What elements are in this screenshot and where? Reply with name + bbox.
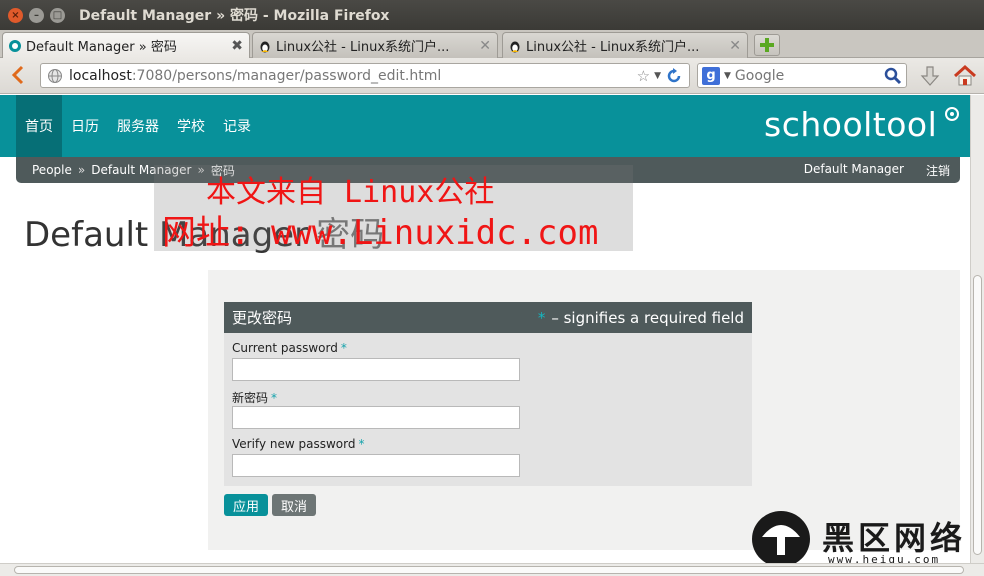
user-name-link[interactable]: Default Manager	[804, 162, 904, 179]
logout-link[interactable]: 注销	[926, 162, 950, 179]
required-asterisk: *	[537, 308, 546, 327]
tab-default-manager[interactable]: Default Manager » 密码 ✖	[2, 32, 250, 58]
watermark-overlay: 本文来自 Linux公社 网址: www.Linuxidc.com	[154, 165, 633, 253]
tab-label: Linux公社 - Linux系统门户...	[276, 40, 450, 55]
nav-item-records[interactable]: 记录	[214, 95, 260, 157]
verify-password-input[interactable]	[232, 454, 520, 477]
user-menu: Default Manager 注销	[782, 162, 950, 179]
back-button[interactable]	[6, 63, 30, 87]
apply-button[interactable]: 应用	[224, 494, 269, 516]
search-input[interactable]	[734, 67, 875, 84]
field-verify-password: Verify new password *	[232, 437, 752, 477]
current-password-label: Current password *	[232, 341, 752, 356]
reload-icon[interactable]	[665, 67, 683, 85]
mushroom-icon	[762, 525, 800, 555]
window-close-button[interactable]: ×	[8, 7, 23, 23]
page-viewport: 首页 日历 服务器 学校 记录 schooltool People » Defa…	[0, 95, 970, 563]
new-password-label: 新密码 *	[232, 389, 752, 405]
window-titlebar: × – □ Default Manager » 密码 - Mozilla Fir…	[0, 0, 984, 30]
vertical-scrollbar[interactable]	[970, 95, 984, 563]
site-header: 首页 日历 服务器 学校 记录 schooltool	[0, 95, 970, 157]
current-password-input[interactable]	[232, 358, 520, 381]
field-new-password: 新密码 *	[232, 389, 752, 429]
nav-item-school[interactable]: 学校	[168, 95, 214, 157]
globe-icon	[48, 68, 62, 83]
site-nav: 首页 日历 服务器 学校 记录	[16, 95, 260, 157]
required-field-note: * – signifies a required field	[538, 309, 744, 327]
tab-linuxidc-2[interactable]: Linux公社 - Linux系统门户... ✕	[502, 32, 748, 58]
schooltool-logo[interactable]: schooltool	[764, 105, 937, 144]
heiqu-corner-logo: 黑区网络 www.heiqu.com	[752, 511, 970, 563]
verify-password-label: Verify new password *	[232, 437, 752, 452]
window-maximize-button[interactable]: □	[50, 7, 65, 23]
google-engine-icon[interactable]: g	[702, 66, 720, 85]
tux-favicon-icon	[257, 38, 273, 54]
field-label-text: Current password	[232, 341, 338, 355]
field-current-password: Current password *	[232, 341, 752, 381]
horizontal-scrollbar[interactable]	[0, 563, 984, 576]
new-tab-button[interactable]	[754, 34, 780, 56]
form-buttons: 应用 取消	[224, 494, 317, 516]
vertical-scroll-thumb[interactable]	[973, 275, 982, 555]
schooltool-ring-icon	[945, 107, 959, 121]
heiqu-logo-emblem	[752, 511, 810, 563]
tab-label: Default Manager » 密码	[26, 40, 177, 55]
navigation-toolbar: localhost:7080/persons/manager/password_…	[0, 58, 984, 94]
heiqu-logo-url: www.heiqu.com	[828, 553, 941, 563]
tab-close-icon[interactable]: ✕	[479, 38, 491, 54]
watermark-line-2: 网址: www.Linuxidc.com	[162, 213, 599, 253]
new-password-input[interactable]	[232, 406, 520, 429]
fieldset-header: 更改密码 * – signifies a required field	[224, 302, 752, 333]
field-label-text: 新密码	[232, 391, 269, 405]
url-history-dropdown-icon[interactable]: ▼	[654, 71, 661, 81]
required-asterisk: *	[340, 341, 347, 355]
nav-item-calendar[interactable]: 日历	[62, 95, 108, 157]
url-host: localhost	[69, 67, 132, 84]
cancel-button[interactable]: 取消	[272, 494, 317, 516]
content-area: 更改密码 * – signifies a required field Curre…	[208, 270, 960, 550]
field-label-text: Verify new password	[232, 437, 356, 451]
window-minimize-button[interactable]: –	[29, 7, 44, 23]
back-arrow-icon	[11, 65, 24, 85]
url-bar[interactable]: localhost:7080/persons/manager/password_…	[40, 63, 690, 88]
tab-linuxidc-1[interactable]: Linux公社 - Linux系统门户... ✕	[252, 32, 498, 58]
home-icon[interactable]	[952, 63, 978, 89]
fieldset-legend: 更改密码	[232, 309, 293, 327]
horizontal-scroll-thumb[interactable]	[14, 566, 964, 574]
nav-item-server[interactable]: 服务器	[108, 95, 168, 157]
search-engine-dropdown-icon[interactable]: ▼	[724, 71, 731, 81]
required-asterisk: *	[358, 437, 365, 451]
search-bar[interactable]: g ▼	[697, 63, 907, 88]
nav-item-home[interactable]: 首页	[16, 95, 62, 157]
tab-close-icon[interactable]: ✕	[729, 38, 741, 54]
tux-favicon-icon	[507, 38, 523, 54]
change-password-fieldset: 更改密码 * – signifies a required field Curre…	[224, 302, 752, 486]
plus-icon	[760, 38, 774, 52]
schooltool-favicon-icon	[7, 38, 23, 54]
required-field-note-text: – signifies a required field	[551, 308, 744, 327]
tab-strip: Default Manager » 密码 ✖ Linux公社 - Linux系统…	[0, 30, 984, 58]
breadcrumb-separator: »	[77, 163, 86, 177]
tab-close-icon[interactable]: ✖	[231, 38, 243, 54]
download-arrow-icon[interactable]	[918, 64, 942, 88]
url-path: :7080/persons/manager/password_edit.html	[131, 67, 442, 84]
bookmark-star-icon[interactable]: ☆	[637, 67, 650, 85]
breadcrumb-people[interactable]: People	[32, 163, 72, 177]
required-asterisk: *	[271, 391, 278, 405]
search-icon[interactable]	[884, 67, 902, 85]
window-title: Default Manager » 密码 - Mozilla Firefox	[79, 8, 390, 24]
tab-label: Linux公社 - Linux系统门户...	[526, 40, 700, 55]
